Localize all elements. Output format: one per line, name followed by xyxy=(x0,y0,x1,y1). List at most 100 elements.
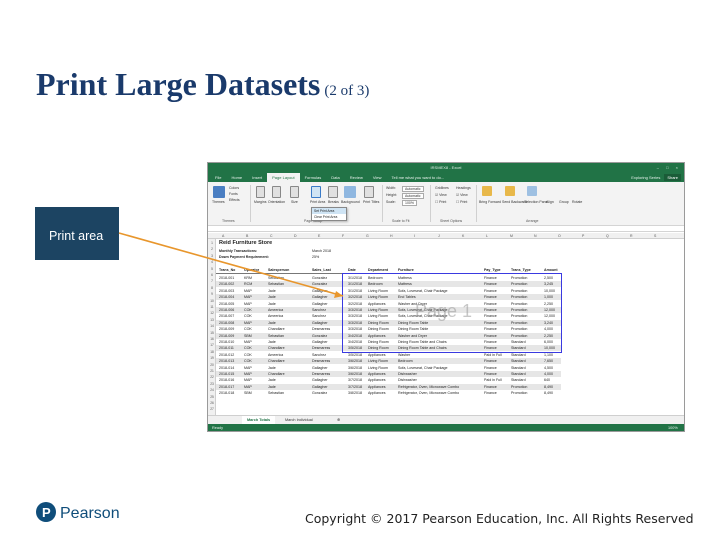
row-header[interactable]: 26 xyxy=(208,401,216,405)
clear-print-area-item[interactable]: Clear Print Area xyxy=(312,214,346,220)
table-cell[interactable]: Chandlare xyxy=(268,358,285,364)
row-header[interactable]: 6 xyxy=(208,273,216,277)
row-header[interactable]: 15 xyxy=(208,331,216,335)
headings-view-checkbox[interactable]: ☑ View xyxy=(456,193,468,197)
row-header[interactable]: 24 xyxy=(208,388,216,392)
table-header-cell[interactable]: Salesperson xyxy=(268,267,289,273)
table-cell[interactable]: COK xyxy=(244,345,252,351)
tab-formulas[interactable]: Formulas xyxy=(300,173,327,182)
sheet-tab-march-individual[interactable]: March Individual xyxy=(280,416,318,424)
background-icon[interactable] xyxy=(344,186,356,198)
table-cell[interactable]: Gonzalez xyxy=(312,390,327,396)
effects-button[interactable]: Effects xyxy=(229,198,240,202)
table-cell[interactable]: Gallagher xyxy=(312,294,328,300)
send-backward-icon[interactable] xyxy=(505,186,515,196)
table-cell[interactable]: 8,490 xyxy=(544,384,553,390)
table-cell[interactable]: 8,490 xyxy=(544,390,553,396)
row-header[interactable]: 5 xyxy=(208,267,216,271)
table-cell[interactable]: 2018-008 xyxy=(219,320,234,326)
table-cell[interactable]: MAP xyxy=(244,365,252,371)
row-header[interactable]: 16 xyxy=(208,337,216,341)
table-cell[interactable]: COK xyxy=(244,358,252,364)
row-header[interactable]: 8 xyxy=(208,286,216,290)
row-header[interactable]: 22 xyxy=(208,375,216,379)
group-button[interactable]: Group xyxy=(559,200,569,204)
row-header[interactable]: 25 xyxy=(208,395,216,399)
table-cell[interactable]: Promotion xyxy=(511,390,527,396)
table-cell[interactable]: MAP xyxy=(244,371,252,377)
tab-insert[interactable]: Insert xyxy=(247,173,267,182)
breaks-button[interactable]: Breaks xyxy=(328,200,339,204)
row-header[interactable]: 2 xyxy=(208,247,216,251)
orientation-icon[interactable] xyxy=(272,186,281,198)
table-cell[interactable]: MAP xyxy=(244,288,252,294)
table-cell[interactable]: 2018-009 xyxy=(219,333,234,339)
table-cell[interactable]: Ameerica xyxy=(268,352,283,358)
table-cell[interactable]: 7,650 xyxy=(544,358,553,364)
table-cell[interactable]: Living Room xyxy=(368,358,388,364)
table-cell[interactable]: Gallagher xyxy=(312,365,328,371)
table-cell[interactable]: Gonzalez xyxy=(312,333,327,339)
gridlines-print-checkbox[interactable]: ☐ Print xyxy=(435,200,446,204)
table-cell[interactable]: Appliances xyxy=(368,371,386,377)
table-cell[interactable]: Desmaress xyxy=(312,326,330,332)
height-select[interactable]: Automatic xyxy=(402,193,424,199)
table-cell[interactable]: MAP xyxy=(244,377,252,383)
table-cell[interactable]: Sofa, Loveseat, Chair Package xyxy=(398,365,448,371)
table-cell[interactable]: Jade xyxy=(268,384,276,390)
zoom-level[interactable]: 100% xyxy=(668,424,678,431)
align-button[interactable]: Align xyxy=(546,200,554,204)
row-header[interactable]: 21 xyxy=(208,369,216,373)
table-cell[interactable]: Jade xyxy=(268,365,276,371)
table-cell[interactable]: SBM xyxy=(244,333,252,339)
row-header[interactable]: 12 xyxy=(208,311,216,315)
table-cell[interactable]: 2018-013 xyxy=(219,358,234,364)
down-payment-label[interactable]: Down Payment Requirement: xyxy=(219,254,269,260)
row-header[interactable]: 11 xyxy=(208,305,216,309)
table-cell[interactable]: Refrigerator, Oven, Microwave Combo xyxy=(398,390,459,396)
row-header[interactable]: 18 xyxy=(208,350,216,354)
row-header[interactable]: 4 xyxy=(208,260,216,264)
window-controls-icon[interactable]: – □ × xyxy=(657,163,681,173)
table-cell[interactable]: 3/6/2018 xyxy=(348,358,362,364)
table-cell[interactable]: Finance xyxy=(484,371,497,377)
table-cell[interactable]: Gallagher xyxy=(312,384,328,390)
table-cell[interactable]: 2018-018 xyxy=(219,390,234,396)
table-header-cell[interactable]: Operator xyxy=(244,267,259,273)
table-cell[interactable]: Chandlare xyxy=(268,326,285,332)
table-cell[interactable]: RCM xyxy=(244,281,252,287)
table-cell[interactable]: COK xyxy=(244,326,252,332)
table-cell[interactable]: MAP xyxy=(244,301,252,307)
row-header[interactable]: 1 xyxy=(208,241,216,245)
table-cell[interactable]: 640 xyxy=(544,377,550,383)
table-cell[interactable]: Dishwasher xyxy=(398,371,417,377)
table-cell[interactable]: Sanchez xyxy=(312,352,326,358)
table-cell[interactable]: 2018-002 xyxy=(219,281,234,287)
table-cell[interactable]: MAP xyxy=(244,384,252,390)
themes-icon[interactable] xyxy=(213,186,225,198)
bring-forward-button[interactable]: Bring Forward xyxy=(479,200,501,204)
table-cell[interactable]: 2018-007 xyxy=(219,313,234,319)
table-cell[interactable]: Living Room xyxy=(368,365,388,371)
row-header[interactable]: 17 xyxy=(208,343,216,347)
table-cell[interactable]: MAP xyxy=(244,339,252,345)
row-header[interactable]: 7 xyxy=(208,279,216,283)
gridlines-view-checkbox[interactable]: ☑ View xyxy=(435,193,447,197)
colors-button[interactable]: Colors xyxy=(229,186,239,190)
table-cell[interactable]: 3/8/2018 xyxy=(348,390,362,396)
tab-file[interactable]: File xyxy=(210,173,226,182)
table-cell[interactable]: 2018-005 xyxy=(219,301,234,307)
row-header[interactable]: 10 xyxy=(208,299,216,303)
table-cell[interactable]: Gonzalez xyxy=(312,281,327,287)
table-cell[interactable]: Jade xyxy=(268,288,276,294)
headings-print-checkbox[interactable]: ☐ Print xyxy=(456,200,467,204)
table-cell[interactable]: 2018-006 xyxy=(219,307,234,313)
margins-icon[interactable] xyxy=(256,186,265,198)
table-cell[interactable]: 2018-014 xyxy=(219,365,234,371)
table-cell[interactable]: COK xyxy=(244,352,252,358)
width-select[interactable]: Automatic xyxy=(402,186,424,192)
margins-button[interactable]: Margins xyxy=(254,200,266,204)
size-button[interactable]: Size xyxy=(291,200,298,204)
table-cell[interactable]: 2018-012 xyxy=(219,352,234,358)
table-cell[interactable]: 2018-004 xyxy=(219,294,234,300)
